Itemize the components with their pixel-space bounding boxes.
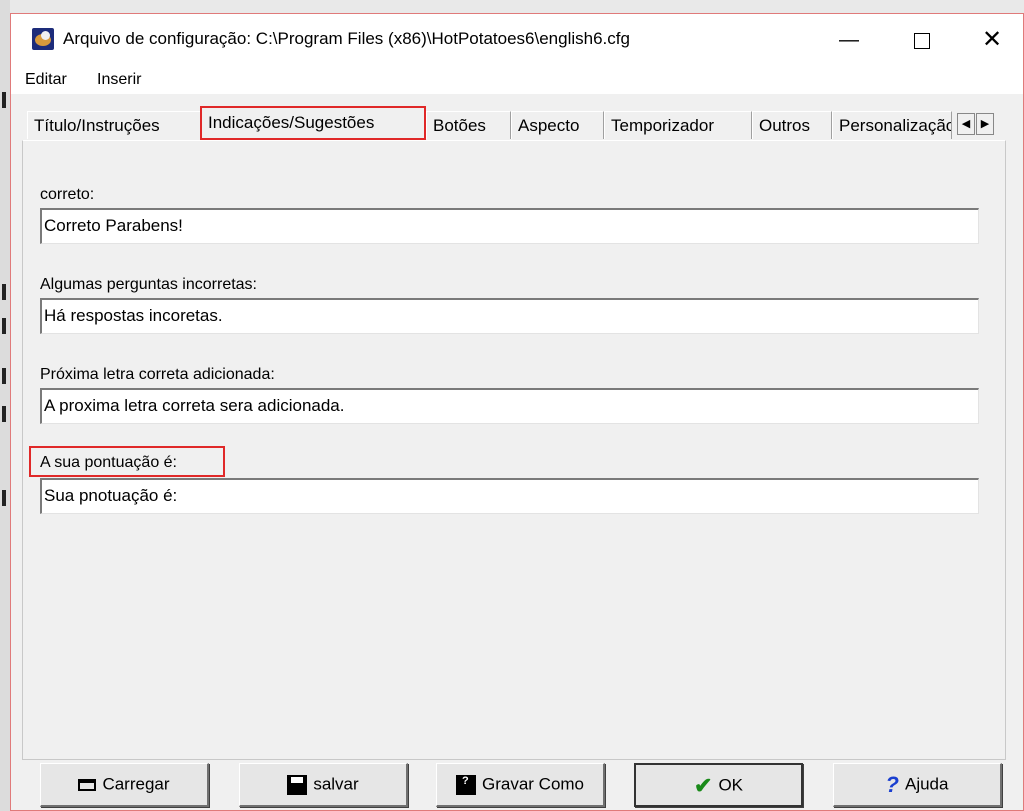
background-window-edge <box>0 0 10 811</box>
background-mark <box>2 92 6 108</box>
tab-botoes[interactable]: Botões <box>426 111 511 139</box>
title-bar[interactable]: Arquivo de configuração: C:\Program File… <box>11 14 1023 66</box>
salvar-button[interactable]: salvar <box>239 763 408 807</box>
checkmark-icon: ✔ <box>694 772 713 798</box>
background-window-strip <box>0 0 1024 14</box>
help-question-icon: ? <box>885 771 899 797</box>
tab-outros[interactable]: Outros <box>752 111 832 139</box>
background-mark <box>2 284 6 300</box>
save-disk-icon <box>287 774 308 795</box>
correto-input[interactable]: Correto Parabens! <box>40 208 979 244</box>
minimize-button[interactable]: — <box>829 22 869 58</box>
background-mark <box>2 406 6 422</box>
hotpotatoes-app-icon <box>32 28 54 50</box>
ajuda-button[interactable]: ? Ajuda <box>833 763 1002 807</box>
label-correto: correto: <box>40 186 95 203</box>
background-mark <box>2 318 6 334</box>
tab-aspecto[interactable]: Aspecto <box>511 111 604 139</box>
carregar-button-label: Carregar <box>102 774 170 794</box>
tab-indicacoes-sugestoes[interactable]: Indicações/Sugestões <box>200 106 426 140</box>
sua-pontuacao-input[interactable]: Sua pnotuação é: <box>40 478 979 514</box>
config-window: Arquivo de configuração: C:\Program File… <box>10 13 1024 811</box>
carregar-button[interactable]: Carregar <box>40 763 209 807</box>
close-button[interactable]: ✕ <box>972 22 1012 58</box>
folder-open-icon <box>78 778 97 791</box>
background-mark <box>2 490 6 506</box>
menu-bar: Editar Inserir <box>11 66 1023 94</box>
salvar-button-label: salvar <box>313 774 359 794</box>
background-mark <box>2 368 6 384</box>
ajuda-button-label: Ajuda <box>904 774 949 794</box>
label-proxima-letra: Próxima letra correta adicionada: <box>40 366 275 383</box>
gravar-como-button-label: Gravar Como <box>481 774 585 794</box>
maximize-icon <box>914 32 930 49</box>
tab-temporizador[interactable]: Temporizador <box>604 111 752 139</box>
ok-button-label: OK <box>718 775 743 795</box>
label-sua-pontuacao: A sua pontuação é: <box>40 454 177 471</box>
gravar-como-button[interactable]: Gravar Como <box>436 763 605 807</box>
proxima-letra-input[interactable]: A proxima letra correta sera adicionada. <box>40 388 979 424</box>
maximize-button[interactable] <box>902 22 942 58</box>
menu-inserir[interactable]: Inserir <box>97 71 141 89</box>
tab-personalizacao[interactable]: Personalização <box>832 111 952 139</box>
window-title: Arquivo de configuração: C:\Program File… <box>63 29 630 48</box>
tab-scroll-right-button[interactable]: ▶ <box>976 113 994 135</box>
algumas-incorretas-input[interactable]: Há respostas incoretas. <box>40 298 979 334</box>
tab-scroll-left-button[interactable]: ◀ <box>957 113 975 135</box>
menu-editar[interactable]: Editar <box>25 71 67 89</box>
tab-strip: Título/Instruções Indicações/Sugestões B… <box>17 106 1013 140</box>
save-as-disk-icon <box>455 771 476 795</box>
ok-button[interactable]: ✔ OK <box>634 763 803 807</box>
tab-titulo-instrucoes[interactable]: Título/Instruções <box>27 111 201 139</box>
label-algumas-incorretas: Algumas perguntas incorretas: <box>40 276 257 293</box>
